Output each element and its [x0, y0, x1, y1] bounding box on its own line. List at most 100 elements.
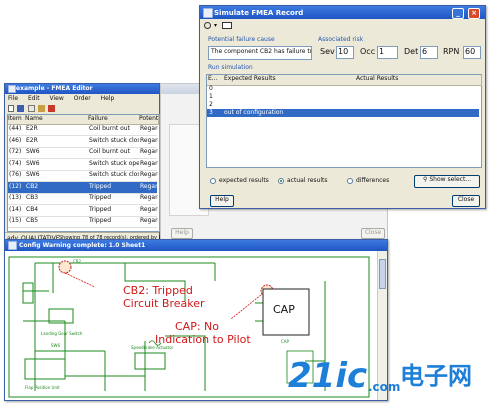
simulation-table-row[interactable]: 1 — [207, 93, 479, 101]
schematic-label-landing-gear: Landing Gear Switch — [41, 331, 83, 336]
fmea-table-row[interactable]: (44) E2R Coil burnt out Regardle... — [8, 124, 158, 136]
table-icon[interactable] — [222, 22, 232, 29]
watermark-suffix: .com — [368, 380, 401, 394]
fmea-table-row[interactable]: (76) SW6 Switch stuck closedRegardle... — [8, 170, 158, 182]
minimize-button[interactable]: _ — [452, 8, 464, 19]
simulation-table-row[interactable]: 3 out of configuration — [207, 109, 479, 117]
wire-left — [23, 263, 105, 391]
cb2-highlight[interactable] — [58, 260, 72, 274]
fmea-cell-potential: Regardle... — [140, 171, 158, 178]
fmea-cell-name: CB4 — [26, 205, 39, 213]
background-help-button[interactable]: Help — [171, 228, 193, 239]
fmea-editor-titlebar[interactable]: example - FMEA Editor — [5, 84, 159, 94]
cap-sublabel: CAP — [281, 339, 290, 344]
fmea-editor-title: example - FMEA Editor — [16, 85, 93, 92]
cut-icon[interactable] — [28, 105, 35, 112]
binoculars-icon: ⚲ — [422, 176, 428, 183]
det-field[interactable]: 6 — [420, 46, 438, 59]
rpn-label: RPN — [443, 47, 460, 56]
delete-icon[interactable] — [48, 105, 55, 112]
edit-icon[interactable] — [38, 105, 45, 112]
menu-help[interactable]: Help — [101, 95, 115, 102]
zoom-icon[interactable] — [204, 22, 211, 29]
associated-risk-label: Associated risk — [318, 36, 364, 43]
fmea-cell-item: (44) — [9, 125, 22, 132]
new-icon[interactable] — [8, 105, 14, 112]
fmea-table-row[interactable]: (72) SW6 Coil burnt out Regardle... — [8, 147, 158, 159]
config-window-titlebar[interactable]: Config Warning complete: 1.0 Sheet1 — [5, 240, 387, 251]
fmea-cell-potential: Regardle... — [140, 217, 158, 224]
fmea-cell-potential: Regardle... — [140, 194, 158, 201]
fmea-cell-name: CB2 — [26, 182, 39, 190]
potential-failure-cause-field[interactable]: The component CB2 has failure tripp — [208, 46, 312, 60]
potential-failure-cause-label: Potential failure cause — [208, 36, 275, 43]
fmea-table-row[interactable]: (13) CB3 Tripped Regardle... — [8, 193, 158, 205]
fmea-table-row[interactable]: (74) SW6 Switch stuck openRegardle... — [8, 159, 158, 171]
dialog-toolbar: ▾ — [204, 21, 264, 31]
menu-file[interactable]: File — [8, 95, 18, 102]
fmea-cell-item: (72) — [9, 148, 22, 155]
sim-cell-e: 0 — [209, 85, 213, 92]
fmea-cell-potential: Regardle... — [140, 182, 158, 190]
fmea-table-row[interactable]: (12) CB2 Tripped Regardle... — [8, 181, 158, 194]
fmea-cell-item: (12) — [9, 182, 22, 190]
occ-field[interactable]: 1 — [377, 46, 398, 59]
close-button[interactable]: Close — [452, 195, 480, 207]
fmea-table-row[interactable]: (15) CB5 Tripped Regardle... — [8, 216, 158, 228]
radio-expected-results[interactable] — [210, 178, 216, 184]
chevron-down-icon[interactable]: ▾ — [214, 22, 217, 29]
sev-field[interactable]: 10 — [336, 46, 354, 59]
fmea-cell-item: (13) — [9, 194, 22, 201]
fmea-table-row[interactable]: (14) CB4 Tripped Regardle... — [8, 205, 158, 217]
background-close-button[interactable]: Close — [361, 228, 385, 239]
config-window-title: Config Warning complete: 1.0 Sheet1 — [19, 242, 146, 249]
fmea-cell-name: CB3 — [26, 194, 39, 201]
component-relay — [22, 282, 34, 304]
save-icon[interactable] — [17, 105, 24, 112]
sim-cell-e: 2 — [209, 101, 213, 108]
radio-actual-results[interactable] — [278, 178, 284, 184]
watermark-brand: 21ic — [288, 356, 368, 396]
config-app-icon — [8, 241, 17, 250]
show-select-button[interactable]: ⚲ Show select... — [414, 175, 480, 188]
schematic-label-flap: Flap Position Unit — [25, 385, 60, 390]
fmea-cell-failure: Switch stuck open — [89, 159, 139, 167]
scroll-thumb[interactable] — [379, 259, 386, 289]
fmea-table-row[interactable]: (46) E2R Switch stuck closedRegardle... — [8, 136, 158, 148]
fmea-cell-item: (46) — [9, 136, 22, 144]
fmea-cell-name: SW6 — [26, 148, 40, 155]
fmea-cell-failure: Switch stuck closed — [89, 171, 139, 178]
simulate-dialog-titlebar[interactable]: Simulate FMEA Record _ × — [200, 6, 485, 19]
simulation-grid: E... Expected Results Actual Results 012… — [206, 74, 482, 168]
simulation-table-row[interactable]: 0 — [207, 85, 479, 93]
fmea-editor-window: example - FMEA Editor File Edit View Ord… — [4, 83, 169, 243]
rpn-field[interactable]: 60 — [463, 46, 481, 59]
fmea-cell-failure: Tripped — [89, 182, 112, 190]
sim-cell-expected: out of configuration — [224, 109, 284, 116]
menu-edit[interactable]: Edit — [28, 95, 40, 102]
close-window-button[interactable]: × — [468, 8, 480, 19]
fmea-cell-item: (76) — [9, 171, 22, 178]
schematic-label-sw6: SW6 — [51, 343, 60, 348]
annotation-cb2-line1: CB2: Tripped — [123, 284, 193, 297]
menu-view[interactable]: View — [50, 95, 64, 102]
sim-cell-e: 1 — [209, 93, 213, 100]
cap-label: CAP — [273, 303, 295, 316]
simulation-rows: 0 1 2 3 out of configuration — [207, 85, 479, 165]
radio-differences[interactable] — [347, 178, 353, 184]
fmea-cell-failure: Tripped — [89, 205, 112, 213]
annotation-cb2-line2: Circuit Breaker — [123, 297, 205, 310]
simulation-table-row[interactable]: 2 — [207, 101, 479, 109]
fmea-cell-potential: Regardle... — [140, 159, 158, 167]
fmea-cell-name: E2R — [26, 136, 38, 144]
fmea-cell-potential: Regardle... — [140, 205, 158, 213]
menu-bar: File Edit View Order Help — [5, 95, 159, 103]
schematic-label-cb2: CB2 — [73, 259, 82, 264]
cb2-leader-line — [64, 272, 96, 288]
dialog-app-icon — [203, 8, 213, 18]
fmea-cell-name: CB5 — [26, 217, 39, 224]
fmea-cell-potential: Regardle... — [140, 148, 158, 155]
menu-order[interactable]: Order — [74, 95, 91, 102]
det-label: Det — [404, 47, 419, 56]
help-button[interactable]: Help — [210, 195, 234, 207]
